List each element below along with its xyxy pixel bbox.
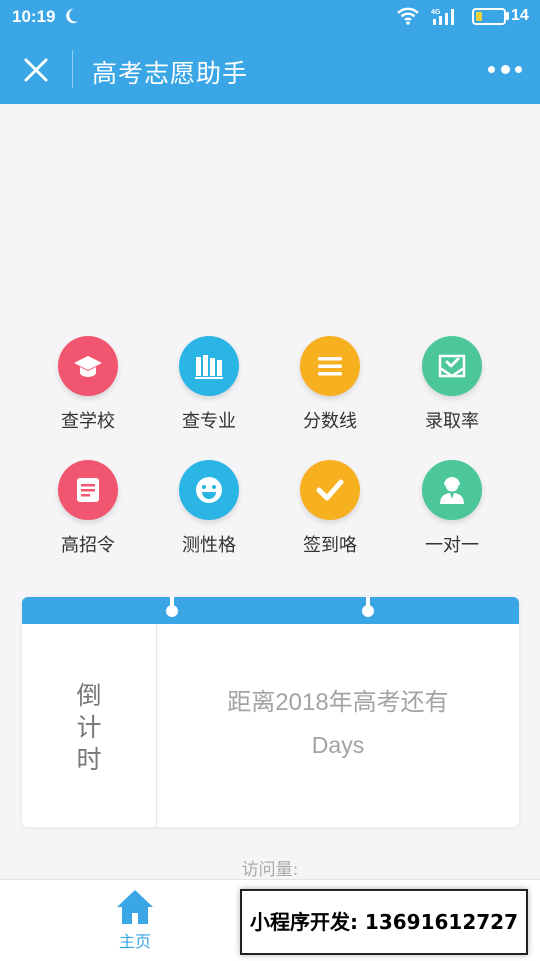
menu-item-score-line[interactable]: 分数线: [270, 336, 390, 433]
page-title: 高考志愿助手: [92, 59, 249, 88]
network-type: 4G: [431, 9, 441, 16]
graduation-cap-icon: [74, 356, 102, 377]
menu-label: 签到咯: [303, 535, 357, 556]
countdown-label-line: 计: [76, 713, 102, 742]
card-header-bar: [22, 597, 519, 624]
menu-icon-circle: [58, 336, 118, 396]
books-icon: [195, 355, 223, 379]
visit-count-label: 访问量:: [241, 860, 299, 880]
countdown-card: 倒 计 时 距离2018年高考还有 Days: [22, 597, 519, 827]
menu-item-one-on-one[interactable]: 一对一: [392, 460, 512, 557]
home-icon: [117, 890, 153, 924]
status-bar: 10:19 4G 14: [0, 0, 540, 34]
close-icon[interactable]: [20, 54, 52, 86]
menu-label: 查学校: [61, 411, 115, 432]
countdown-title: 距离2018年高考还有: [227, 689, 449, 716]
envelope-check-icon: [438, 354, 466, 378]
menu-label: 分数线: [303, 411, 357, 432]
menu-item-admission-notice[interactable]: 高招令: [28, 460, 148, 557]
menu-icon-circle: [422, 336, 482, 396]
check-icon: [316, 479, 344, 501]
menu-icon-circle: [300, 460, 360, 520]
battery-level: [476, 12, 482, 21]
signal-icon: 4G: [431, 9, 454, 25]
menu-label: 一对一: [425, 535, 479, 556]
list-icon: [318, 357, 342, 376]
menu-item-admission-rate[interactable]: 录取率: [392, 336, 512, 433]
menu-item-major[interactable]: 查专业: [149, 336, 269, 433]
more-dot-icon: [501, 65, 510, 74]
menu-item-personality-test[interactable]: 测性格: [149, 460, 269, 557]
battery-percent: 14: [511, 7, 529, 24]
battery-icon: [472, 8, 506, 25]
more-dot-icon: [515, 66, 522, 73]
smile-icon: [196, 477, 222, 503]
menu-label: 录取率: [425, 411, 479, 432]
menu-icon-circle: [179, 336, 239, 396]
countdown-content-panel: 距离2018年高考还有 Days: [157, 624, 519, 827]
menu-icon-circle: [300, 336, 360, 396]
tab-home-label: 主页: [118, 932, 151, 951]
menu-icon-circle: [58, 460, 118, 520]
countdown-days: Days: [311, 732, 365, 758]
more-button[interactable]: [484, 56, 528, 82]
binder-ring-dot: [166, 605, 178, 617]
promo-banner: 小程序开发: 13691612727: [240, 889, 528, 955]
countdown-label-line: 时: [76, 745, 102, 774]
tab-home[interactable]: 主页: [95, 886, 175, 956]
battery-cap: [506, 12, 509, 20]
countdown-label-panel: 倒 计 时: [22, 624, 157, 827]
moon-icon: [66, 8, 79, 24]
nav-bar: 高考志愿助手: [0, 34, 540, 104]
menu-item-school[interactable]: 查学校: [28, 336, 148, 433]
countdown-label-line: 倒: [76, 681, 102, 710]
wifi-icon: [397, 7, 419, 25]
menu-item-check-in[interactable]: 签到咯: [270, 460, 390, 557]
nav-divider: [72, 50, 73, 88]
status-time: 10:19: [12, 7, 56, 26]
menu-label: 查专业: [182, 411, 236, 432]
consultant-icon: [440, 477, 464, 504]
promo-text: 小程序开发: 13691612727: [249, 910, 519, 934]
menu-label: 测性格: [182, 535, 236, 556]
menu-icon-circle: [422, 460, 482, 520]
menu-icon-circle: [179, 460, 239, 520]
document-icon: [77, 478, 99, 502]
binder-ring-dot: [362, 605, 374, 617]
menu-label: 高招令: [61, 535, 115, 556]
countdown-label: 倒 计 时: [22, 680, 156, 776]
more-dot-icon: [488, 66, 495, 73]
